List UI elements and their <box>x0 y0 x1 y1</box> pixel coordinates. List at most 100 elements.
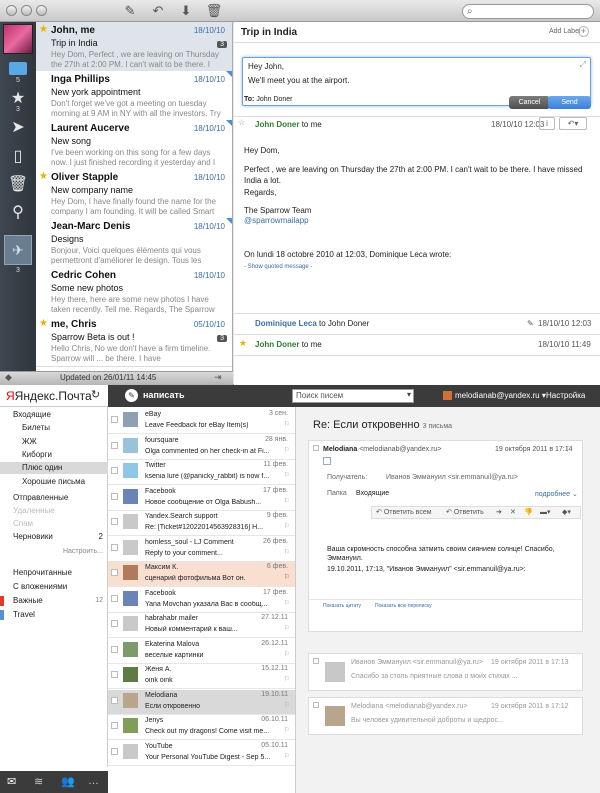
plane-icon[interactable]: ✈ <box>4 235 32 265</box>
refresh-icon[interactable]: ↻ <box>91 388 100 401</box>
reply-all-button[interactable]: ↶ Ответить всем <box>376 508 432 516</box>
collapsed-message-1[interactable]: Dominique Leca to John Doner <box>255 319 369 328</box>
message-checkbox[interactable] <box>111 645 118 653</box>
table-row[interactable]: Facebook 17 фев. Yana Movchan указала Вас … <box>108 587 295 613</box>
minimize-window-button[interactable] <box>21 5 32 16</box>
send-button[interactable]: Send <box>548 96 591 109</box>
message-checkbox[interactable] <box>111 696 118 704</box>
table-row[interactable]: Twitter 11 фев. ksenia lure (@panicky_rabb… <box>108 460 295 485</box>
send-icon[interactable]: ➤ <box>0 117 36 137</box>
flag-icon[interactable]: ⚐ <box>284 752 290 760</box>
label-item[interactable]: Непрочитанные <box>0 567 108 579</box>
flag-icon[interactable]: ⚐ <box>284 624 290 632</box>
table-row[interactable]: Женя А. 15.12.11 oink oink ⚐ <box>108 664 295 689</box>
star-icon[interactable]: ★ <box>39 171 48 182</box>
message-checkbox[interactable] <box>313 445 319 451</box>
compose-link[interactable]: написать <box>143 390 184 400</box>
flag-icon[interactable]: ⚐ <box>284 701 290 709</box>
label-item[interactable]: Важные 12 <box>0 595 108 607</box>
table-row[interactable]: Facebook 17 фев. Новое сообщение от Olga B… <box>108 485 295 511</box>
close-window-button[interactable] <box>6 5 17 16</box>
flag-icon[interactable]: ⚐ <box>284 497 290 505</box>
message-checkbox[interactable] <box>111 543 118 551</box>
table-row[interactable]: eBay 3 сен. Leave Feedback for eBay Item(s… <box>108 409 295 434</box>
search-input[interactable]: ⌕ <box>462 4 594 19</box>
list-item[interactable]: Inga Phillips 18/10/10 New york appointmen… <box>36 71 232 122</box>
folder-item[interactable]: Билеты <box>0 422 108 434</box>
show-quoted-link[interactable]: - Show quoted message - <box>244 264 312 270</box>
label-icon[interactable]: ◆▾ <box>562 508 571 516</box>
search-input[interactable]: Поиск писем ▾ <box>292 389 414 403</box>
settings-link[interactable]: Настройка <box>546 391 585 400</box>
archive-icon[interactable]: ⬇ <box>177 3 195 19</box>
table-row[interactable]: YouTube 05.10.11 Your Personal YouTube Dig… <box>108 740 295 766</box>
more-details-link[interactable]: подробнее ⌄ <box>535 490 578 498</box>
table-row[interactable]: homless_soul - LJ Comment 26 фев. Reply to… <box>108 536 295 562</box>
flag-icon[interactable]: ⚐ <box>284 522 290 530</box>
star-icon[interactable]: ★ <box>0 88 36 108</box>
flag-icon[interactable]: ⚐ <box>284 446 290 454</box>
mail-icon[interactable]: ✉ <box>7 775 16 788</box>
inbox-icon[interactable] <box>0 62 36 75</box>
folder-item[interactable]: Отправленные <box>0 492 108 504</box>
collapsed-message-card-2[interactable]: Melodiana <melodianab@yandex.ru> 19 октя… <box>308 697 583 735</box>
folder-item[interactable]: Плюс один <box>0 462 108 475</box>
message-checkbox[interactable] <box>111 569 118 576</box>
list-item[interactable]: ★ John, me 18/10/10 Trip in India Hey Dom, P… <box>36 22 232 73</box>
folder-item[interactable]: Удаленные <box>0 505 108 517</box>
trash-icon[interactable]: 🗑 <box>205 3 223 19</box>
trash-icon[interactable]: 🗑 <box>0 174 36 194</box>
message-checkbox[interactable] <box>111 671 118 678</box>
star-icon[interactable]: ★ <box>39 318 48 329</box>
vcard-icon[interactable] <box>323 457 331 465</box>
add-label-link[interactable]: Add Label <box>549 28 581 35</box>
document-icon[interactable]: ▯ <box>0 146 36 166</box>
show-thread-link[interactable]: Показать всю переписку <box>375 603 432 609</box>
star-icon[interactable]: ☆ <box>238 118 245 127</box>
star-icon[interactable]: ★ <box>239 338 247 349</box>
flag-icon[interactable]: ⚐ <box>566 445 573 454</box>
reply-icon[interactable]: ↶ <box>149 3 167 19</box>
tag-icon[interactable]: ◆ <box>5 372 12 383</box>
collapsed-message-card-1[interactable]: Иванов Эммануил <sir.emmanuil@ya.ru> 19 … <box>308 653 583 691</box>
info-icon[interactable]: i <box>539 117 555 130</box>
popout-icon[interactable]: ⤢ <box>580 60 586 70</box>
message-checkbox[interactable] <box>313 702 319 708</box>
table-row[interactable]: Ekaterina Malova 26.12.11 веселые картинки… <box>108 638 295 664</box>
message-checkbox[interactable] <box>111 594 118 602</box>
account-menu[interactable]: melodianab@yandex.ru ▾ <box>455 391 546 400</box>
logout-icon[interactable]: ⇥ <box>214 372 222 383</box>
collapsed-message-2[interactable]: John Doner to me <box>255 340 322 349</box>
table-row[interactable]: Jenys 06.10.11 Check out my dragons! Come … <box>108 715 295 740</box>
flag-icon[interactable]: ⚐ <box>284 420 290 428</box>
twitter-handle-link[interactable]: @sparrowmailapp <box>244 216 309 225</box>
list-item[interactable]: ★ me, Chris 05/10/10 Sparrow Beta is out ! H… <box>36 316 232 367</box>
table-row[interactable]: Melodiana 19.10.11 Если откровенно ⚐ <box>108 689 295 715</box>
list-item[interactable]: Cedric Cohen 18/10/10 Some new photos Hey t… <box>36 267 232 318</box>
configure-folders-link[interactable]: Настроить... <box>0 546 108 558</box>
spam-icon[interactable]: 👎 <box>524 508 533 516</box>
compose-icon[interactable]: ✎ <box>121 3 139 19</box>
delete-icon[interactable]: ✕ <box>510 508 516 516</box>
yandex-logo[interactable]: ЯЯндекс.Почта <box>6 389 92 403</box>
more-icon[interactable]: … <box>88 775 99 787</box>
search-icon[interactable]: ⚲ <box>0 202 36 222</box>
flag-icon[interactable]: ⚐ <box>284 471 290 479</box>
message-checkbox[interactable] <box>111 620 118 627</box>
message-checkbox[interactable] <box>111 518 118 525</box>
table-row[interactable]: Максим К. 6 фев. сценарий фотофильма Вот о… <box>108 562 295 587</box>
add-label-icon[interactable]: + <box>578 26 589 37</box>
message-checkbox[interactable] <box>111 747 118 755</box>
flag-icon[interactable]: ⚐ <box>284 726 290 734</box>
table-row[interactable]: foursquare 28 янв. Olga commented on her c… <box>108 434 295 460</box>
reply-menu-icon[interactable]: ↶▾ <box>559 117 587 130</box>
disk-icon[interactable]: ≋ <box>34 775 43 788</box>
flag-icon[interactable]: ⚐ <box>284 675 290 683</box>
folder-item[interactable]: Спам <box>0 518 108 530</box>
flag-icon[interactable]: ⚐ <box>284 573 290 581</box>
flag-icon[interactable]: ⚐ <box>284 599 290 607</box>
message-checkbox[interactable] <box>111 492 118 500</box>
message-checkbox[interactable] <box>111 441 118 449</box>
cancel-button[interactable]: Cancel <box>509 96 550 109</box>
message-checkbox[interactable] <box>111 416 118 423</box>
